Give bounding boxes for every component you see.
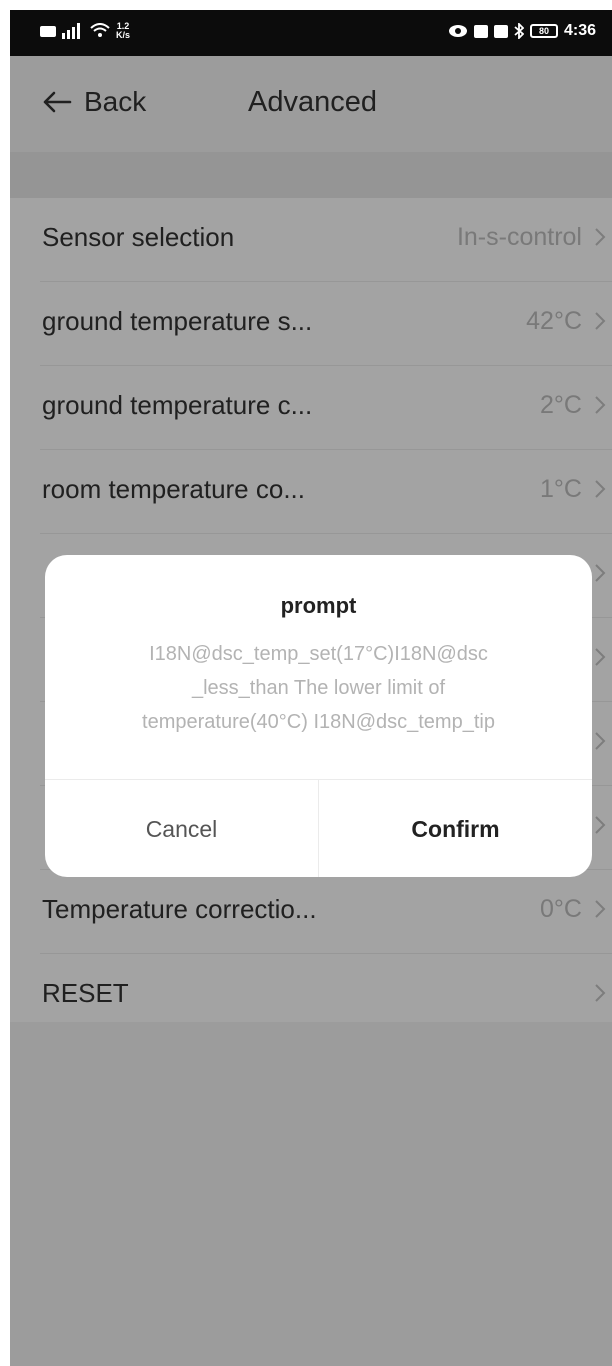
dialog-button-bar: Cancel Confirm — [45, 779, 592, 877]
net-speed-unit: K/s — [116, 30, 131, 40]
eye-icon — [448, 25, 467, 37]
cancel-button[interactable]: Cancel — [45, 780, 319, 877]
clock: 4:36 — [563, 22, 596, 39]
dialog-message: I18N@dsc_temp_set(17°C)I18N@dsc _less_th… — [81, 637, 556, 739]
nfc-icon — [473, 24, 488, 38]
dialog-title: prompt — [280, 593, 357, 618]
status-left: 1.2 K/s — [40, 22, 130, 40]
status-bar: 1.2 K/s 80 4:36 — [10, 10, 612, 56]
bluetooth-icon — [514, 23, 524, 39]
battery-icon: 80 — [529, 24, 558, 38]
signal-icon — [62, 23, 80, 39]
net-speed: 1.2 K/s — [116, 22, 130, 40]
dialog-message-line-3: temperature(40°C) I18N@dsc_temp_tip — [142, 711, 495, 733]
wifi-icon — [90, 23, 110, 37]
confirm-button[interactable]: Confirm — [319, 780, 592, 877]
status-right: 80 4:36 — [448, 22, 596, 40]
prompt-dialog: prompt I18N@dsc_temp_set(17°C)I18N@dsc _… — [45, 555, 592, 877]
app-screen: 1.2 K/s 80 4:36 Back Advanced Sensor sel… — [10, 10, 612, 1366]
hd-icon — [40, 25, 56, 37]
vibrate-icon — [493, 24, 508, 38]
dialog-message-line-2: _less_than The lower limit of — [191, 677, 446, 699]
dialog-message-line-1: I18N@dsc_temp_set(17°C)I18N@dsc — [149, 643, 488, 665]
